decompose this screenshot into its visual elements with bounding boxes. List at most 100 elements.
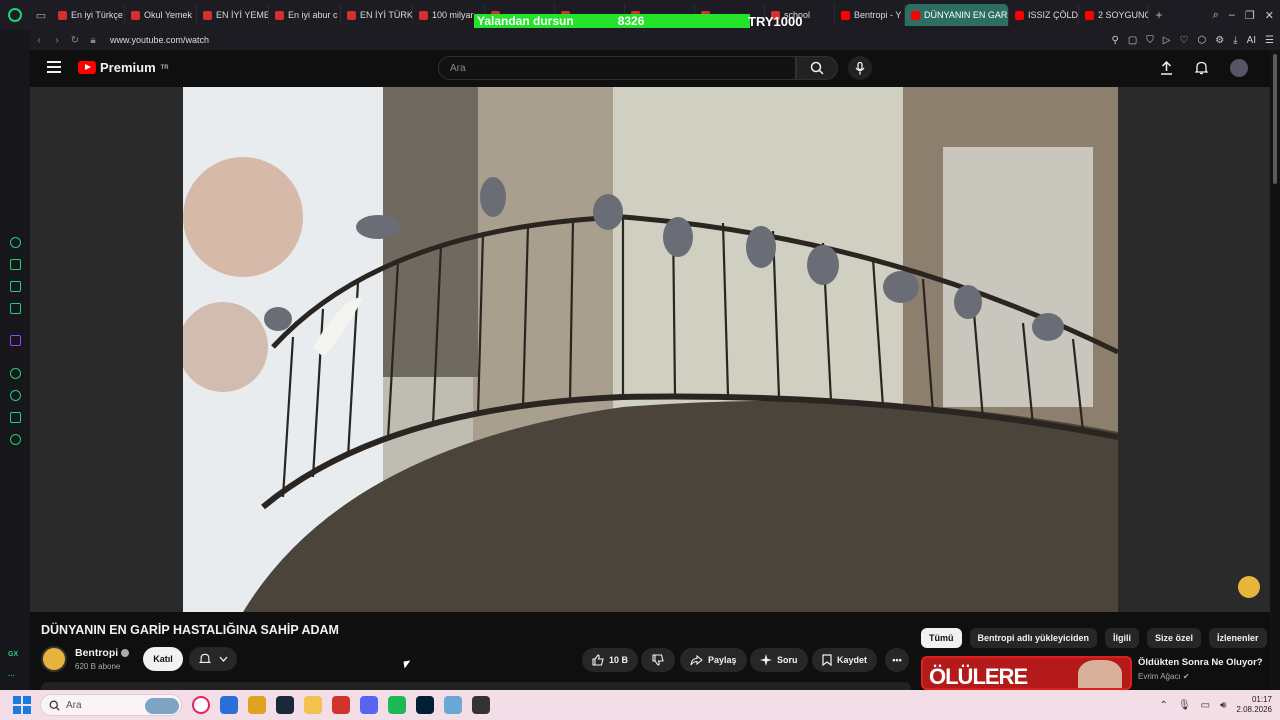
download-icon[interactable]: ⤓ — [1233, 35, 1237, 46]
ask-button[interactable]: Soru — [750, 648, 808, 672]
voice-search-button[interactable] — [848, 56, 872, 80]
extensions-sidebar-icon[interactable] — [10, 412, 21, 423]
dislike-button[interactable] — [641, 648, 675, 672]
microphone-tray-icon[interactable]: 🎙︎ — [1178, 700, 1191, 711]
network-tray-icon[interactable]: ▭ — [1201, 700, 1210, 711]
extensions-icon[interactable]: ⬡ — [1197, 35, 1206, 46]
search-button[interactable] — [796, 56, 838, 80]
heart-icon[interactable]: ♡ — [1179, 35, 1188, 46]
save-button[interactable]: Kaydet — [812, 648, 878, 672]
discord-icon[interactable] — [360, 696, 378, 714]
new-tab-button[interactable]: + — [1149, 8, 1169, 22]
search-highlight-image — [145, 698, 179, 714]
channel-name[interactable]: Bentropi — [75, 647, 130, 659]
snapshot-icon[interactable]: ▢ — [1128, 35, 1137, 46]
browser-tab[interactable]: Okul Yemek — [125, 4, 197, 26]
back-icon[interactable]: ‹ — [30, 35, 48, 46]
browser-tab[interactable]: EN İYİ TÜRK — [341, 4, 413, 26]
media-icon[interactable] — [472, 696, 490, 714]
more-actions-button[interactable]: ••• — [885, 648, 909, 672]
channel-watermark-icon[interactable] — [1238, 576, 1260, 598]
subscription-bell-button[interactable] — [189, 647, 237, 671]
youtube-logo[interactable]: Premium TR — [78, 60, 169, 75]
filter-chip[interactable]: İlgili — [1105, 628, 1140, 648]
recommended-title[interactable]: Öldükten Sonra Ne Oluyor? — [1138, 657, 1263, 668]
browser-tab[interactable]: EN İYİ YEMEK — [197, 4, 269, 26]
reload-icon[interactable]: ↻ — [66, 35, 84, 46]
settings-icon[interactable]: ⚙ — [1215, 35, 1224, 46]
settings-sidebar-icon[interactable] — [10, 434, 21, 445]
filter-chip[interactable]: İzlenenler — [1209, 628, 1267, 648]
bag-icon[interactable] — [10, 259, 21, 270]
photoshop-icon[interactable] — [416, 696, 434, 714]
recommended-channel[interactable]: Evrim Ağacı ✔ — [1138, 672, 1190, 681]
chrome-icon[interactable] — [248, 696, 266, 714]
acrobat-icon[interactable] — [332, 696, 350, 714]
filter-chip[interactable]: Size özel — [1147, 628, 1202, 648]
tab-island-icon[interactable]: ▭ — [30, 0, 52, 30]
player-icon[interactable] — [10, 368, 21, 379]
tray-chevron-icon[interactable]: ⌃ — [1160, 700, 1168, 711]
windows-start-icon[interactable] — [13, 696, 31, 714]
recommended-thumbnail[interactable]: ÖLÜLERE — [921, 656, 1132, 690]
spotify-icon[interactable] — [388, 696, 406, 714]
minimize-icon[interactable]: – — [1229, 9, 1235, 21]
description-box[interactable] — [41, 682, 911, 690]
thumbs-down-icon — [652, 654, 664, 666]
twitch-icon[interactable] — [10, 335, 21, 346]
like-button[interactable]: 10 B — [582, 648, 639, 672]
history-icon[interactable] — [10, 390, 21, 401]
store-icon[interactable] — [220, 696, 238, 714]
hamburger-menu-icon[interactable] — [47, 61, 61, 73]
forward-icon[interactable]: › — [48, 35, 66, 46]
opera-gx-icon[interactable] — [192, 696, 210, 714]
network-icon[interactable] — [444, 696, 462, 714]
play-icon[interactable]: ▷ — [1163, 35, 1171, 46]
filter-chip[interactable]: Bentropi adlı yükleyiciden — [969, 628, 1098, 648]
search-icon — [810, 61, 824, 75]
browser-tab[interactable]: DÜNYANIN EN GARİ — [905, 4, 1009, 26]
taskbar-search[interactable]: Ara — [40, 694, 182, 716]
bookmark-icon — [822, 654, 832, 666]
tab-label: 100 milyar — [432, 10, 474, 20]
steam-icon[interactable] — [276, 696, 294, 714]
share-button[interactable]: Paylaş — [680, 648, 747, 672]
sidebar-more-icon[interactable]: ··· — [8, 673, 15, 680]
ai-button[interactable]: AI — [1247, 35, 1256, 46]
channel-avatar[interactable] — [41, 646, 67, 672]
windows-taskbar: Ara ⌃ 🎙︎ ▭ 🔊︎ 01:17 2.08.2026 — [0, 690, 1280, 720]
menu-icon[interactable]: ☰ — [1265, 35, 1274, 46]
shield-icon[interactable]: ⛉ — [1146, 35, 1154, 46]
browser-tab[interactable]: Bentropi - Y — [835, 4, 905, 26]
close-icon[interactable]: ✕ — [1265, 9, 1274, 22]
video-frame[interactable] — [183, 87, 1118, 612]
subscriber-count: 620 B abone — [75, 662, 121, 671]
restore-icon[interactable]: ❐ — [1245, 9, 1255, 22]
page-scrollbar[interactable] — [1270, 50, 1280, 690]
upload-icon[interactable] — [1160, 61, 1173, 75]
clock[interactable]: 01:17 2.08.2026 — [1236, 695, 1272, 715]
search-tabs-icon[interactable]: ⌕ — [1213, 9, 1219, 22]
notifications-bell-icon[interactable] — [1195, 61, 1208, 75]
ticker-number: 8326 — [617, 14, 645, 28]
browser-tab[interactable]: ISSIZ ÇÖLD — [1009, 4, 1079, 26]
volume-icon[interactable]: 🔊︎ — [1220, 700, 1226, 711]
join-button[interactable]: Katıl — [143, 647, 183, 671]
url-field[interactable]: www.youtube.com/watch — [110, 35, 209, 45]
opera-gx-logo-icon[interactable] — [0, 0, 30, 30]
search-input[interactable]: Ara — [438, 56, 796, 80]
gx-control-label[interactable]: GX — [8, 651, 18, 658]
pin-icon[interactable]: ⚲ — [1112, 35, 1119, 46]
browser-tab[interactable]: En iyi abur c — [269, 4, 341, 26]
folder-icon[interactable] — [304, 696, 322, 714]
speed-dial-icon[interactable] — [10, 237, 21, 248]
account-avatar[interactable] — [1230, 59, 1248, 77]
filter-chip[interactable]: Tümü — [921, 628, 962, 648]
browser-tab[interactable]: 2 SOYGUNC — [1079, 4, 1149, 26]
messenger-icon[interactable] — [10, 303, 21, 314]
news-icon[interactable] — [10, 281, 21, 292]
browser-tab[interactable]: En iyi Türkçe — [52, 4, 125, 26]
scrollbar-thumb[interactable] — [1273, 54, 1277, 184]
browser-sidebar: GX ··· — [0, 30, 30, 690]
video-player[interactable] — [30, 87, 1270, 612]
